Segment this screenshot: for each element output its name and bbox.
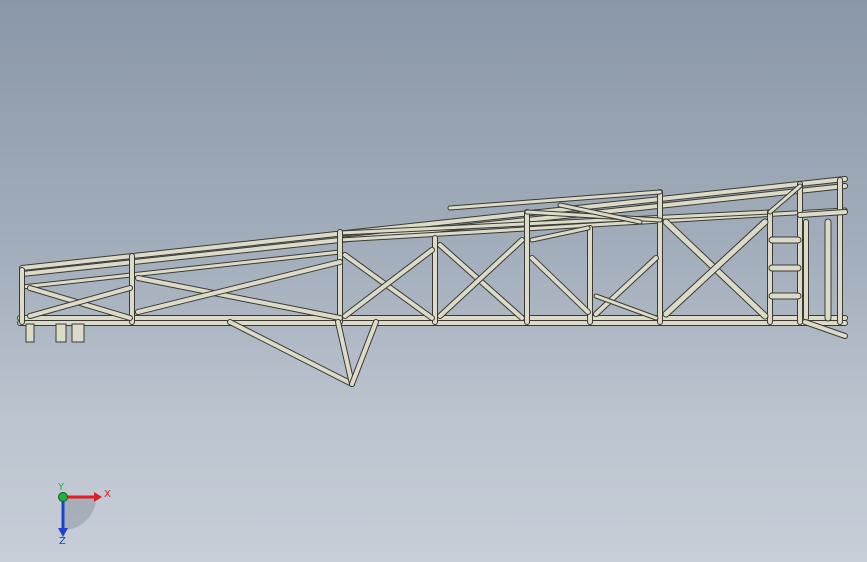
tube-member (797, 209, 848, 218)
tube-member (349, 319, 379, 387)
tube-member (529, 255, 591, 315)
graphics-viewport[interactable]: X Y Z (0, 0, 867, 562)
tube-member (227, 319, 355, 387)
support-foot (25, 323, 35, 343)
support-foot (55, 323, 67, 343)
truss-model[interactable]: X Y Z (0, 0, 867, 562)
y-axis-label: Y (57, 482, 65, 493)
y-axis-dot-icon (58, 492, 68, 502)
support-foot (71, 323, 85, 343)
triad-quadrant (63, 497, 96, 530)
z-axis-label: Z (59, 536, 66, 547)
x-arrowhead-icon (94, 492, 102, 502)
coordinate-triad: X Y Z (57, 482, 111, 547)
x-axis-label: X (104, 489, 111, 500)
truss-frame[interactable] (17, 176, 848, 387)
